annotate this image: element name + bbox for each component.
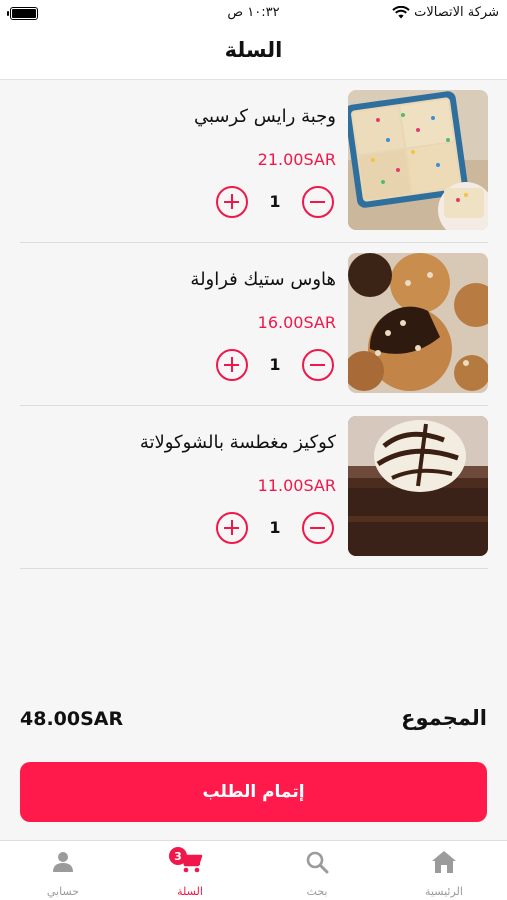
cart-item: هاوس ستيك فراولة 16.00SAR 1 xyxy=(20,243,488,406)
product-name: كوكيز مغطسة بالشوكولاتة xyxy=(139,432,336,453)
person-icon xyxy=(51,850,75,878)
tab-cart[interactable]: 3 السلة xyxy=(127,841,253,900)
carrier-name: شركة الاتصالات xyxy=(414,5,499,20)
decrease-quantity-button[interactable] xyxy=(302,349,334,381)
quantity-value: 1 xyxy=(269,518,281,537)
total-row: المجموع 48.00SAR xyxy=(20,704,487,736)
tab-home[interactable]: الرئيسية xyxy=(381,841,507,900)
cart-item: كوكيز مغطسة بالشوكولاتة 11.00SAR 1 xyxy=(20,406,488,569)
minus-icon xyxy=(310,200,325,203)
page-header: السلة xyxy=(0,28,507,80)
tab-label: السلة xyxy=(177,885,203,898)
search-icon xyxy=(305,850,329,878)
page-title: السلة xyxy=(224,38,283,62)
decrease-quantity-button[interactable] xyxy=(302,512,334,544)
increase-quantity-button[interactable] xyxy=(216,349,248,381)
product-price: 16.00SAR xyxy=(257,313,336,332)
quantity-stepper: 1 xyxy=(216,512,334,546)
carrier-group: شركة الاتصالات xyxy=(392,5,499,20)
wifi-icon xyxy=(392,6,410,19)
product-name: وجبة رايس كرسبي xyxy=(193,106,336,127)
increase-quantity-button[interactable] xyxy=(216,186,248,218)
tab-bar: حسابي 3 السلة بحث الرئيسية xyxy=(0,840,507,900)
minus-icon xyxy=(310,526,325,529)
quantity-stepper: 1 xyxy=(216,186,334,220)
tab-account[interactable]: حسابي xyxy=(0,841,126,900)
product-image xyxy=(348,416,488,556)
tab-label: بحث xyxy=(306,885,328,898)
product-price: 21.00SAR xyxy=(257,150,336,169)
home-icon xyxy=(431,850,457,878)
tab-search[interactable]: بحث xyxy=(254,841,380,900)
tab-label: حسابي xyxy=(46,885,80,898)
total-value: 48.00SAR xyxy=(20,708,124,730)
cart-badge: 3 xyxy=(169,847,187,865)
decrease-quantity-button[interactable] xyxy=(302,186,334,218)
increase-quantity-button[interactable] xyxy=(216,512,248,544)
minus-icon xyxy=(310,363,325,366)
product-image xyxy=(348,253,488,393)
product-image xyxy=(348,90,488,230)
checkout-button[interactable]: إتمام الطلب xyxy=(20,762,487,822)
cart-item: وجبة رايس كرسبي 21.00SAR 1 xyxy=(20,80,488,243)
quantity-value: 1 xyxy=(269,355,281,374)
quantity-stepper: 1 xyxy=(216,349,334,383)
quantity-value: 1 xyxy=(269,192,281,211)
tab-label: الرئيسية xyxy=(425,885,463,898)
product-price: 11.00SAR xyxy=(257,476,336,495)
cart-list: وجبة رايس كرسبي 21.00SAR 1 هاوس ستيك فرا… xyxy=(20,80,488,569)
status-bar: ١٠:٣٢ ص شركة الاتصالات xyxy=(0,0,507,28)
product-name: هاوس ستيك فراولة xyxy=(190,269,336,290)
total-label: المجموع xyxy=(401,706,487,730)
